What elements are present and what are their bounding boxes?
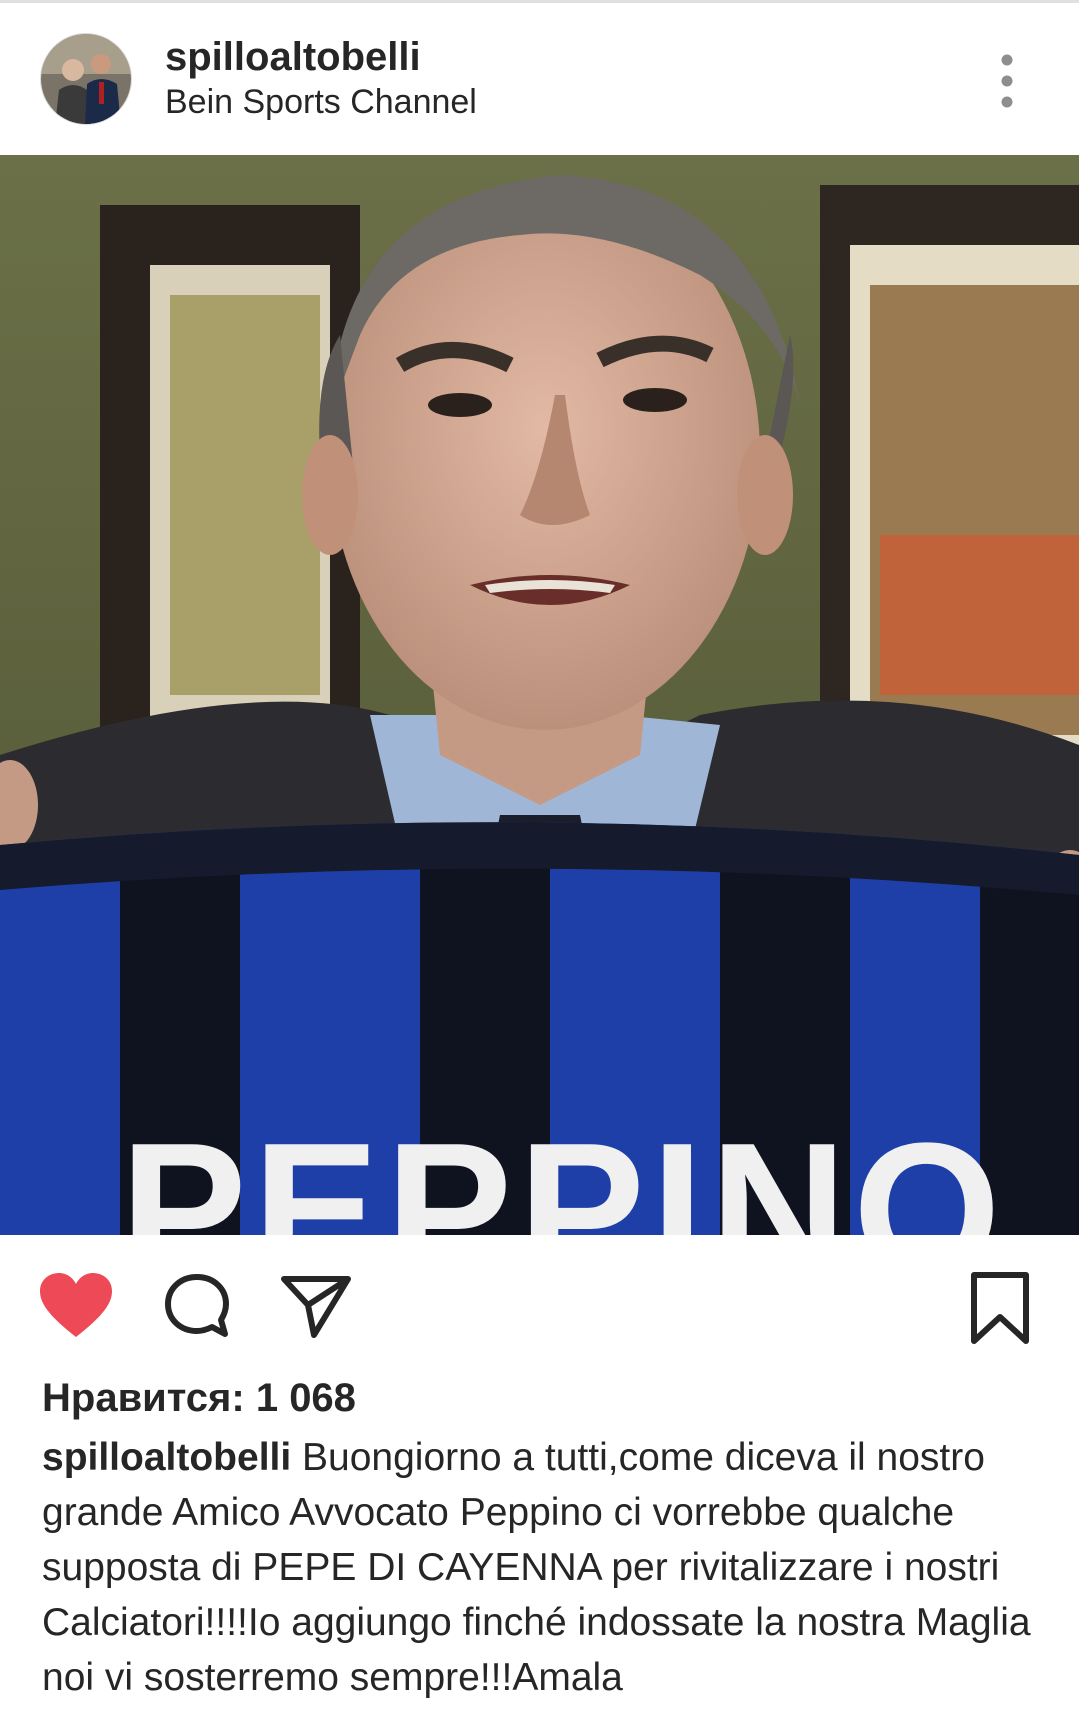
jersey-name-text: PEPPINO	[120, 1104, 1007, 1235]
caption-username[interactable]: spilloaltobelli	[42, 1436, 291, 1479]
comment-icon[interactable]	[162, 1271, 232, 1341]
send-icon[interactable]	[280, 1271, 352, 1341]
post-location[interactable]: Bein Sports Channel	[165, 83, 477, 122]
post-header: spilloaltobelli Bein Sports Channel	[0, 3, 1079, 155]
heart-icon[interactable]	[38, 1271, 114, 1341]
post-caption: spilloaltobelli Buongiorno a tutti,come …	[42, 1430, 1052, 1705]
likes-count[interactable]: Нравится: 1 068	[42, 1376, 356, 1421]
bookmark-icon[interactable]	[968, 1271, 1032, 1345]
post-username[interactable]: spilloaltobelli	[165, 35, 421, 80]
avatar[interactable]	[40, 33, 132, 125]
post-photo[interactable]: PEPPINO	[0, 155, 1079, 1235]
more-vertical-icon[interactable]	[995, 53, 1019, 109]
post-action-bar	[0, 1235, 1079, 1355]
